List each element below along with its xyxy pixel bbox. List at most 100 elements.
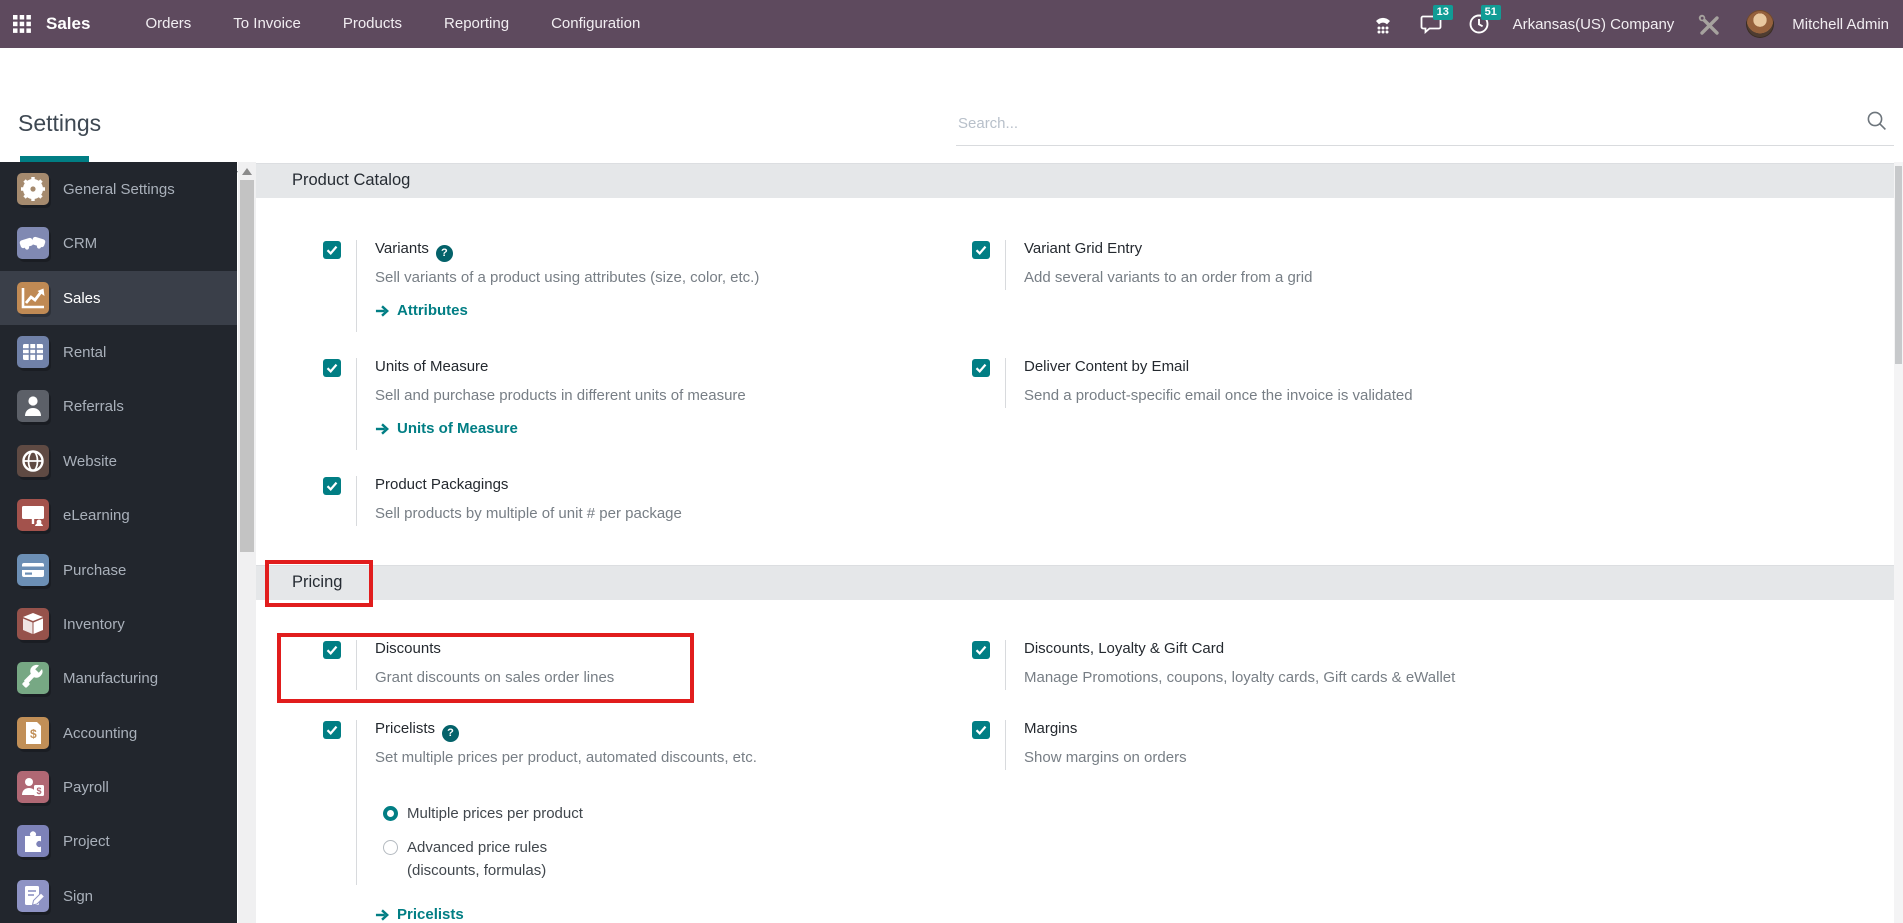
sidebar-item-label: Sign: [63, 887, 94, 905]
chat-badge: 13: [1432, 5, 1453, 20]
radio-label: Multiple prices per product: [407, 805, 583, 822]
search-underline: [956, 145, 1894, 146]
link-pricelists[interactable]: Pricelists: [375, 906, 464, 923]
section-title: Product Catalog: [292, 171, 411, 189]
sidebar-item-project[interactable]: Project: [0, 814, 237, 868]
help-icon[interactable]: ?: [435, 245, 453, 262]
voip-phone-icon[interactable]: [1371, 12, 1395, 36]
setting-description: Show margins on orders: [1024, 749, 1187, 766]
link-variants[interactable]: Attributes: [375, 302, 468, 319]
sidebar-item-crm[interactable]: CRM: [0, 216, 237, 270]
sidebar-item-label: Payroll: [63, 778, 109, 796]
setting-description: Sell variants of a product using attribu…: [375, 269, 760, 286]
cell-separator: [1005, 640, 1006, 690]
scrollbar-thumb[interactable]: [240, 180, 254, 552]
sidebar-item-referrals[interactable]: Referrals: [0, 379, 237, 433]
cell-separator: [356, 640, 357, 690]
user-avatar[interactable]: [1746, 10, 1775, 38]
nav-menu-to-invoice[interactable]: To Invoice: [212, 0, 322, 48]
board-icon: [17, 499, 49, 531]
checkbox-variants[interactable]: [323, 241, 341, 259]
setting-label: Units of Measure: [375, 358, 489, 375]
company-switcher[interactable]: Arkansas(US) Company: [1513, 16, 1675, 33]
checkbox-pricelists[interactable]: [323, 721, 341, 739]
sidebar-item-accounting[interactable]: $ Accounting: [0, 706, 237, 760]
gear-icon: [17, 173, 49, 205]
setting-label: Discounts: [375, 640, 441, 657]
wrench-icon: [17, 662, 49, 694]
setting-description: Sell products by multiple of unit # per …: [375, 505, 682, 522]
setting-description: Send a product-specific email once the i…: [1024, 387, 1413, 404]
sign-doc-icon: [17, 880, 49, 912]
sidebar-item-label: eLearning: [63, 506, 130, 524]
search-box: [956, 104, 1894, 146]
magnifier-icon[interactable]: [1866, 110, 1888, 132]
chart-icon: [17, 282, 49, 314]
cell-separator: [1005, 720, 1006, 770]
nav-menu-configuration[interactable]: Configuration: [530, 0, 661, 48]
sidebar-item-manufacturing[interactable]: Manufacturing: [0, 651, 237, 705]
setting-description: Grant discounts on sales order lines: [375, 669, 615, 686]
sidebar-item-rental[interactable]: Rental: [0, 325, 237, 379]
nav-menu-orders[interactable]: Orders: [124, 0, 212, 48]
link-units-of-measure[interactable]: Units of Measure: [375, 420, 518, 437]
sidebar-item-label: Sales: [63, 289, 101, 307]
checkbox-margins[interactable]: [972, 721, 990, 739]
radio-pricelists-0[interactable]: Multiple prices per product: [383, 805, 583, 822]
radio-sublabel: (discounts, formulas): [407, 862, 547, 879]
page-title: Settings: [18, 110, 102, 136]
activity-badge: 51: [1480, 5, 1501, 20]
handshake-icon: [17, 227, 49, 259]
page-scrollbar: [1894, 162, 1903, 923]
sidebar-item-label: Rental: [63, 343, 107, 361]
checkbox-discounts-loyalty-gift-card[interactable]: [972, 641, 990, 659]
setting-label: Pricelists?: [375, 720, 460, 742]
sidebar-item-website[interactable]: Website: [0, 434, 237, 488]
sidebar-item-elearning[interactable]: eLearning: [0, 488, 237, 542]
control-panel: Settings SAVE DISCARD Unsaved changes: [0, 48, 1903, 193]
nav-menus: Orders To Invoice Products Reporting Configu…: [124, 0, 661, 48]
person-money-icon: $: [17, 771, 49, 803]
nav-menu-products[interactable]: Products: [322, 0, 423, 48]
sidebar-item-general-settings[interactable]: General Settings: [0, 162, 237, 216]
sidebar-item-label: Website: [63, 452, 117, 470]
checkbox-deliver-content-by-email[interactable]: [972, 359, 990, 377]
search-input[interactable]: [956, 108, 1860, 138]
user-name[interactable]: Mitchell Admin: [1792, 16, 1889, 33]
scrollbar-up-arrow[interactable]: [242, 168, 252, 175]
setting-label: Discounts, Loyalty & Gift Card: [1024, 640, 1225, 657]
radio-dot: [383, 806, 398, 821]
chat-icon[interactable]: 13: [1419, 5, 1453, 36]
person-icon: [17, 390, 49, 422]
sidebar-item-label: Manufacturing: [63, 669, 159, 687]
sidebar-item-payroll[interactable]: $ Payroll: [0, 760, 237, 814]
checkbox-discounts[interactable]: [323, 641, 341, 659]
section-bar-pricing: Pricing: [256, 565, 1897, 600]
radio-label: Advanced price rules: [407, 839, 548, 856]
setting-label: Product Packagings: [375, 476, 509, 493]
sidebar-item-sales[interactable]: Sales: [0, 271, 237, 325]
nav-menu-reporting[interactable]: Reporting: [423, 0, 530, 48]
page-scrollbar-thumb[interactable]: [1895, 166, 1902, 364]
help-icon[interactable]: ?: [442, 725, 460, 742]
sidebar-item-label: Accounting: [63, 724, 138, 742]
sidebar-scrollbar: [238, 162, 256, 923]
checkbox-product-packagings[interactable]: [323, 477, 341, 495]
card-icon: [17, 554, 49, 586]
setting-description: Sell and purchase products in different …: [375, 387, 746, 404]
radio-pricelists-1[interactable]: Advanced price rules: [383, 839, 547, 856]
cell-separator: [356, 720, 357, 885]
sidebar-item-label: CRM: [63, 234, 98, 252]
tools-icon[interactable]: [1696, 12, 1720, 36]
checkbox-units-of-measure[interactable]: [323, 359, 341, 377]
sidebar-item-inventory[interactable]: Inventory: [0, 597, 237, 651]
setting-label: Margins: [1024, 720, 1078, 737]
app-title[interactable]: Sales: [46, 14, 90, 34]
checkbox-variant-grid-entry[interactable]: [972, 241, 990, 259]
activity-clock-icon[interactable]: 51: [1467, 5, 1501, 36]
apps-grid-icon[interactable]: [12, 14, 32, 34]
settings-content: Product Catalog Pricing Variants? Sell va…: [256, 162, 1897, 923]
sidebar-item-purchase[interactable]: Purchase: [0, 543, 237, 597]
cell-separator: [356, 358, 357, 450]
sidebar-item-sign[interactable]: Sign: [0, 869, 237, 923]
